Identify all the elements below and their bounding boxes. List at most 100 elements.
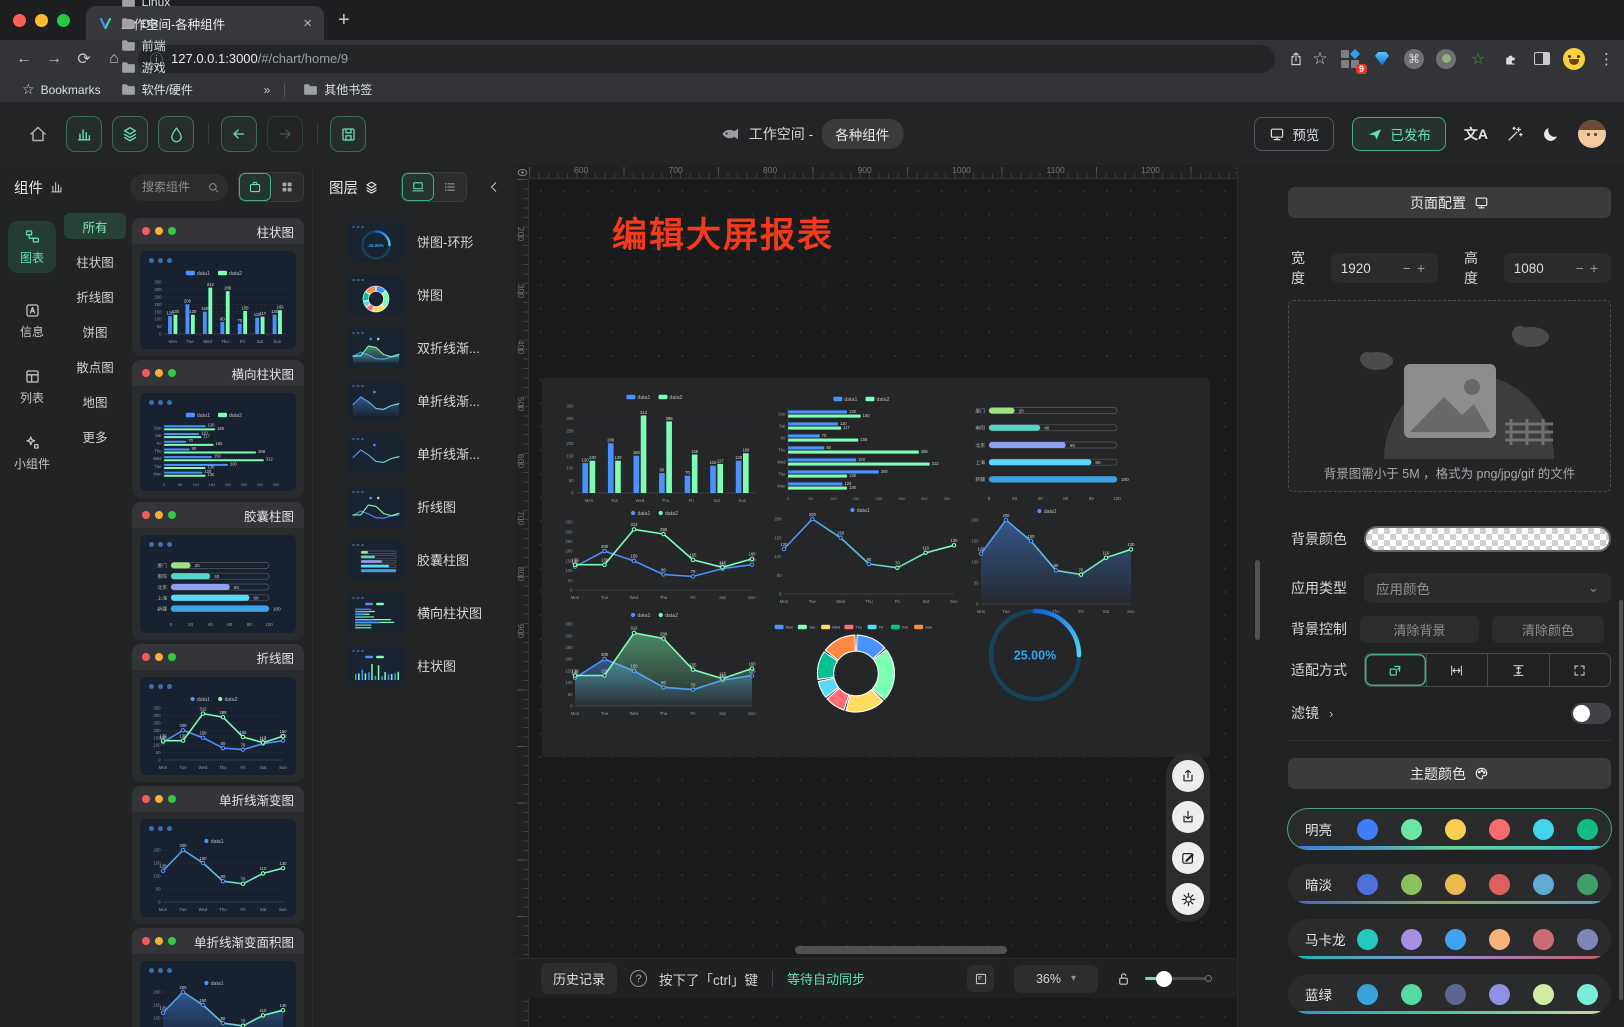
nav-item-charts[interactable]: 图表 xyxy=(8,221,56,273)
decrement-icon[interactable]: − xyxy=(1400,260,1414,276)
theme-color-dot[interactable] xyxy=(1401,819,1422,840)
zoom-slider[interactable] xyxy=(1145,977,1209,980)
filter-toggle[interactable] xyxy=(1571,703,1611,724)
settings-scrollbar[interactable] xyxy=(1255,560,1260,640)
theme-color-dot[interactable] xyxy=(1401,874,1422,895)
layer-list-view-button[interactable] xyxy=(434,173,466,201)
layer-item[interactable]: 饼图 xyxy=(313,268,515,321)
canvas-capsule-chart[interactable]: 厦门20南阳40北京60上海80新疆100020406080100 xyxy=(962,392,1140,504)
theme-color-dot[interactable] xyxy=(1533,874,1554,895)
theme-color-dot[interactable] xyxy=(1489,819,1510,840)
magic-wand-icon[interactable] xyxy=(1506,125,1524,143)
category-item[interactable]: 所有 xyxy=(64,213,126,239)
extensions-puzzle-icon[interactable] xyxy=(1499,48,1521,70)
canvas-bar-chart[interactable]: data1data2050100150200250300350120200150… xyxy=(556,390,761,505)
user-avatar[interactable] xyxy=(1578,120,1606,148)
layer-item[interactable]: 25.00% 饼图-环形 xyxy=(313,215,515,268)
category-item[interactable]: 柱状图 xyxy=(64,248,126,274)
canvas-pie-chart[interactable]: MonTueWedThuFriSatSun xyxy=(786,620,926,714)
component-card[interactable]: 单折线渐变面积图 data105010015020012020015080701… xyxy=(132,928,304,1027)
theme-row[interactable]: 暗淡 xyxy=(1288,864,1611,904)
fit-scale-button[interactable] xyxy=(1365,654,1426,686)
theme-color-dot[interactable] xyxy=(1489,929,1510,950)
zoom-level-select[interactable]: 36% ▾ xyxy=(1014,965,1098,993)
bookmarks-overflow-icon[interactable]: » xyxy=(264,83,271,97)
increment-icon[interactable]: + xyxy=(1414,260,1428,276)
bookmark-folder[interactable]: 前端 xyxy=(113,35,256,57)
theme-color-dot[interactable] xyxy=(1445,984,1466,1005)
dark-mode-moon-icon[interactable] xyxy=(1542,125,1560,143)
language-switch-icon[interactable]: 文A xyxy=(1464,124,1488,144)
clear-background-button[interactable]: 清除背景 xyxy=(1360,616,1479,643)
fullscreen-window-button[interactable] xyxy=(57,14,70,27)
category-item[interactable]: 地图 xyxy=(64,388,126,414)
theme-color-dot[interactable] xyxy=(1577,819,1598,840)
component-card[interactable]: 横向柱状图 data1data2050100150200250300350Sun… xyxy=(132,360,304,498)
canvas-gradient-area-chart[interactable]: data10501001502001202001508070110130MonT… xyxy=(962,504,1140,616)
theme-color-dot[interactable] xyxy=(1357,984,1378,1005)
share-icon[interactable] xyxy=(1285,48,1307,70)
theme-color-dot[interactable] xyxy=(1401,984,1422,1005)
theme-color-dot[interactable] xyxy=(1357,819,1378,840)
component-card[interactable]: 单折线渐变图 data10501001502001202001508070110… xyxy=(132,786,304,924)
bookmark-folder[interactable]: 软件/硬件 xyxy=(113,79,256,101)
canvas-progress-ring-chart[interactable]: 25.00% xyxy=(985,605,1085,705)
nav-item-widgets[interactable]: 小组件 xyxy=(8,427,56,479)
category-item[interactable]: 更多 xyxy=(64,423,126,449)
minimize-window-button[interactable] xyxy=(35,14,48,27)
tab-grid-extension-icon[interactable]: 9 xyxy=(1339,48,1361,70)
bookmark-folder[interactable]: 游戏 xyxy=(113,57,256,79)
canvas-horizontal-scrollbar[interactable] xyxy=(795,946,1007,954)
layer-item[interactable]: 折线图 xyxy=(313,480,515,533)
nav-item-info[interactable]: 信息 xyxy=(8,295,56,347)
redo-button[interactable] xyxy=(267,116,303,152)
design-canvas[interactable]: 6007008009001000110012001300 20030040050… xyxy=(515,165,1237,1027)
theme-color-dot[interactable] xyxy=(1577,929,1598,950)
layer-item[interactable]: 横向柱状图 xyxy=(313,586,515,639)
close-window-button[interactable] xyxy=(13,14,26,27)
zoom-slider-knob[interactable] xyxy=(1156,971,1172,987)
import-button[interactable] xyxy=(1172,801,1204,833)
theme-color-dot[interactable] xyxy=(1577,984,1598,1005)
background-upload-dropzone[interactable]: 背景图需小于 5M ，格式为 png/jpg/gif 的文件 xyxy=(1288,300,1611,492)
theme-color-dot[interactable] xyxy=(1489,984,1510,1005)
theme-color-dot[interactable] xyxy=(1357,874,1378,895)
theme-row[interactable]: 明亮 xyxy=(1288,809,1611,849)
component-box-view-button[interactable] xyxy=(239,173,271,201)
export-button[interactable] xyxy=(1172,760,1204,792)
layer-item[interactable]: 胶囊柱图 xyxy=(313,533,515,586)
details-panel-toggle-button[interactable] xyxy=(158,116,194,152)
browser-reload-button[interactable]: ⟳ xyxy=(70,45,98,73)
fit-height-button[interactable] xyxy=(1487,654,1549,686)
save-button[interactable] xyxy=(330,116,366,152)
side-panel-icon[interactable] xyxy=(1531,48,1553,70)
tab-close-icon[interactable]: × xyxy=(303,15,312,32)
preview-button[interactable]: 预览 xyxy=(1254,117,1334,151)
apply-type-select[interactable]: 应用颜色 ⌄ xyxy=(1364,573,1611,603)
gem-extension-icon[interactable] xyxy=(1371,48,1393,70)
window-scrollbar[interactable] xyxy=(1619,600,1623,1000)
bookmark-star-icon[interactable]: ☆ xyxy=(1309,48,1331,70)
new-tab-button[interactable]: + xyxy=(338,9,350,32)
components-panel-toggle-button[interactable] xyxy=(66,116,102,152)
layer-item[interactable]: 双折线渐... xyxy=(313,321,515,374)
project-name-badge[interactable]: 各种组件 xyxy=(821,119,903,149)
publish-button[interactable]: 已发布 xyxy=(1352,117,1446,151)
home-icon[interactable] xyxy=(28,124,48,144)
theme-color-dot[interactable] xyxy=(1445,874,1466,895)
url-bar[interactable]: ⓘ 127.0.0.1:3000/#/chart/home/9 xyxy=(138,45,1275,73)
increment-icon[interactable]: + xyxy=(1587,260,1601,276)
edit-button[interactable] xyxy=(1172,842,1204,874)
category-item[interactable]: 散点图 xyxy=(64,353,126,379)
ruler-eye-icon[interactable] xyxy=(515,165,529,179)
notes-panel-button[interactable] xyxy=(967,965,994,992)
dashboard-title-text[interactable]: 编辑大屏报表 xyxy=(612,207,834,258)
layer-thumbnail-view-button[interactable] xyxy=(402,173,434,201)
height-input[interactable]: 1080 − + xyxy=(1504,253,1611,283)
decrement-icon[interactable]: − xyxy=(1573,260,1587,276)
history-button[interactable]: 历史记录 xyxy=(541,963,617,994)
theme-color-dot[interactable] xyxy=(1533,984,1554,1005)
browser-forward-button[interactable]: → xyxy=(40,45,68,73)
component-card[interactable]: 胶囊柱图 厦门20南阳40北京60上海80新疆100020406080100 xyxy=(132,502,304,640)
clear-color-button[interactable]: 清除颜色 xyxy=(1492,616,1604,643)
